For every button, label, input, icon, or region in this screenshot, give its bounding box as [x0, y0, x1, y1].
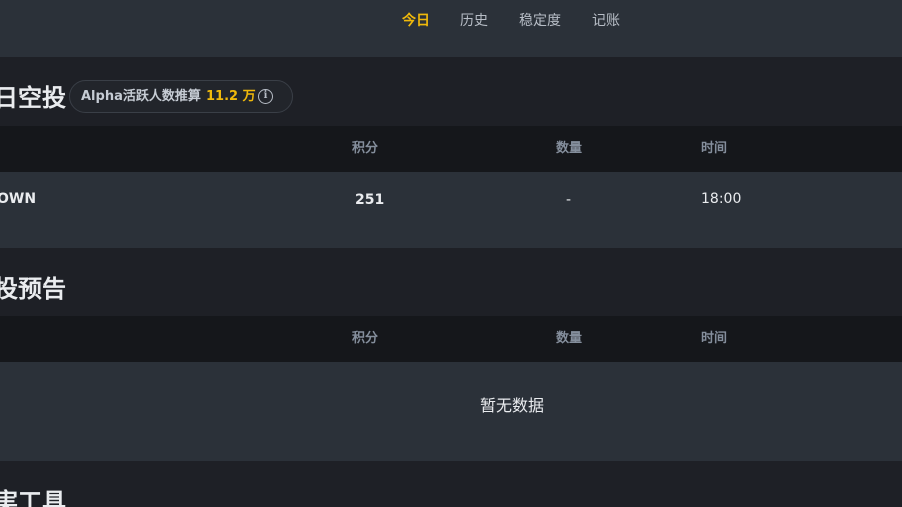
- airdrop-preview-header: [0, 248, 902, 317]
- tools-title: 実工具: [0, 488, 66, 507]
- today-airdrop-table-header: 积分 数量 时间: [0, 126, 902, 172]
- tab-bookkeeping[interactable]: 记账: [592, 11, 620, 31]
- column-header-points: 积分: [352, 331, 379, 346]
- table-row[interactable]: OWN 251 - 18:00: [0, 172, 902, 248]
- quantity-value: -: [566, 192, 572, 208]
- time-value: 18:00: [701, 191, 742, 207]
- column-header-time: 时间: [701, 331, 728, 346]
- badge-value: 11.2 万: [206, 89, 256, 104]
- points-value: 251: [355, 192, 385, 208]
- alpha-active-users-badge: Alpha活跃人数推算 11.2 万 i: [69, 80, 293, 113]
- tab-today[interactable]: 今日: [402, 11, 430, 31]
- column-header-quantity: 数量: [556, 331, 583, 346]
- token-name: OWN: [0, 191, 37, 207]
- badge-label: Alpha活跃人数推算: [81, 89, 201, 104]
- airdrop-preview-table-header: 积分 数量 时间: [0, 316, 902, 362]
- today-airdrop-title: 日空投: [0, 84, 66, 112]
- airdrop-preview-table-body: 暂无数据: [0, 362, 902, 461]
- tab-history[interactable]: 历史: [460, 11, 488, 31]
- empty-state-text: 暂无数据: [479, 396, 544, 415]
- info-icon[interactable]: i: [258, 89, 273, 104]
- top-nav: 今日 历史 稳定度 记账: [0, 0, 902, 57]
- page: 今日 历史 稳定度 记账 日空投 Alpha活跃人数推算 11.2 万 i 积分…: [0, 0, 902, 507]
- column-header-time: 时间: [701, 141, 728, 156]
- airdrop-preview-title: 投预告: [0, 275, 66, 303]
- column-header-quantity: 数量: [556, 141, 583, 156]
- tab-stability[interactable]: 稳定度: [519, 11, 561, 31]
- column-header-points: 积分: [352, 141, 379, 156]
